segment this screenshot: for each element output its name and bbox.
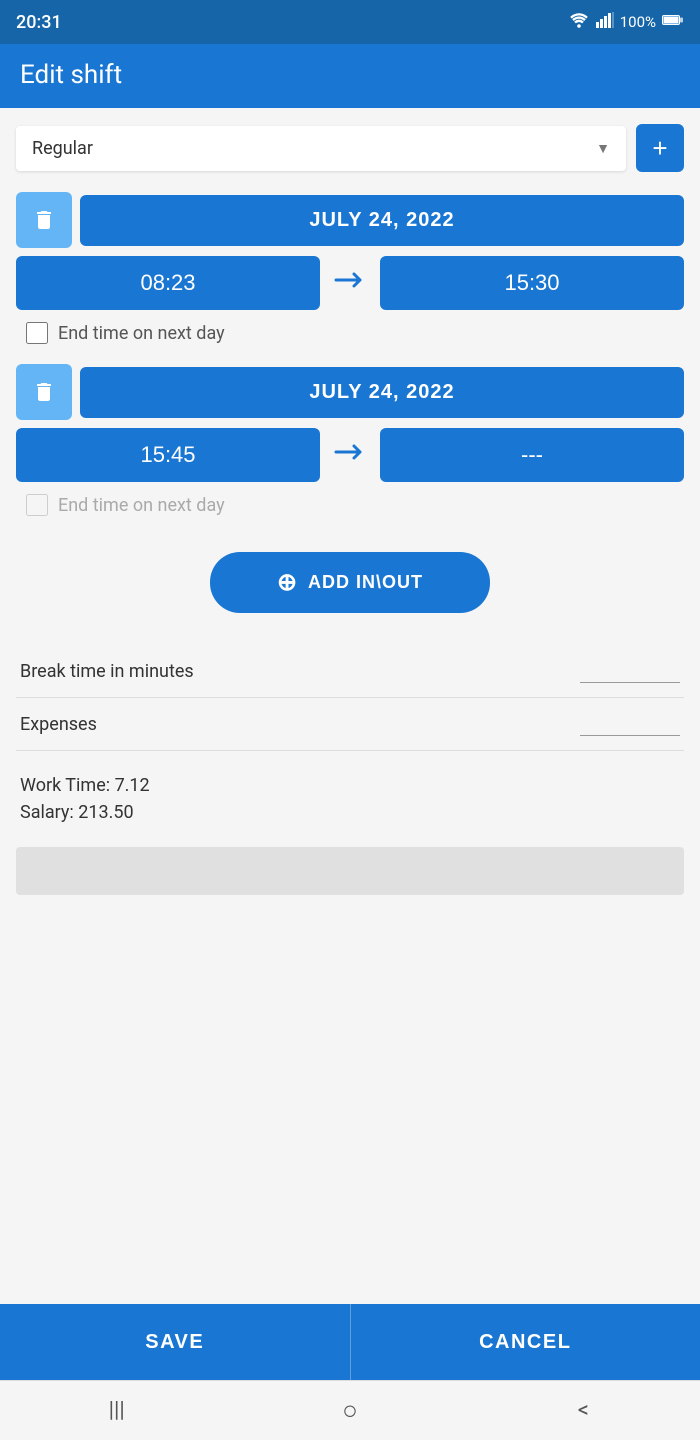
time-arrow-icon-2	[328, 440, 372, 471]
add-inout-label: ADD IN\OUT	[308, 572, 423, 593]
nav-back-button[interactable]: <	[467, 1381, 700, 1440]
expenses-label: Expenses	[20, 714, 97, 735]
page-title: Edit shift	[20, 60, 680, 90]
bottom-buttons: SAVE CANCEL	[0, 1304, 700, 1380]
status-icons: 100%	[568, 12, 684, 32]
shift-block-1: JULY 24, 2022 08:23 15:30 End time on ne…	[16, 192, 684, 344]
partial-row	[16, 847, 684, 895]
status-bar: 20:31 100%	[0, 0, 700, 44]
shift2-date-button[interactable]: JULY 24, 2022	[80, 367, 684, 418]
nav-back-icon: <	[578, 1398, 589, 1423]
signal-icon	[596, 12, 614, 32]
battery-text: 100%	[620, 13, 656, 31]
shift1-end-next-day-row: End time on next day	[16, 322, 684, 344]
shift2-delete-button[interactable]	[16, 364, 72, 420]
shift-block-2: JULY 24, 2022 15:45 --- End time on next…	[16, 364, 684, 516]
nav-bar: ||| ○ <	[0, 1380, 700, 1440]
shift-type-value: Regular	[32, 138, 93, 159]
shift2-end-time-button[interactable]: ---	[380, 428, 684, 482]
shift1-end-next-day-checkbox[interactable]	[26, 322, 48, 344]
nav-menu-icon: |||	[109, 1398, 125, 1423]
shift1-end-next-day-label: End time on next day	[58, 323, 225, 344]
work-time-row: Work Time: 7.12	[20, 775, 680, 796]
nav-home-button[interactable]: ○	[233, 1381, 466, 1440]
salary-row: Salary: 213.50	[20, 802, 680, 823]
main-content: Regular ▼ + JULY 24, 2022 08:23 15:30	[0, 108, 700, 1304]
shift1-delete-button[interactable]	[16, 192, 72, 248]
shift1-start-time-button[interactable]: 08:23	[16, 256, 320, 310]
shift-type-row: Regular ▼ +	[16, 124, 684, 172]
shift2-end-next-day-checkbox[interactable]	[26, 494, 48, 516]
nav-menu-button[interactable]: |||	[0, 1381, 233, 1440]
shift2-end-next-day-label: End time on next day	[58, 495, 225, 516]
shift2-time-row: 15:45 ---	[16, 428, 684, 482]
cancel-button[interactable]: CANCEL	[350, 1304, 700, 1380]
break-time-label: Break time in minutes	[20, 661, 194, 682]
expenses-row: Expenses	[16, 698, 684, 751]
shift-type-select[interactable]: Regular ▼	[16, 126, 626, 171]
break-time-input[interactable]	[580, 659, 680, 683]
add-inout-button[interactable]: ⊕ ADD IN\OUT	[210, 552, 490, 613]
nav-home-icon: ○	[342, 1395, 358, 1426]
wifi-icon	[568, 12, 590, 32]
save-button[interactable]: SAVE	[0, 1304, 350, 1380]
shift2-date-row: JULY 24, 2022	[16, 364, 684, 420]
info-section: Work Time: 7.12 Salary: 213.50	[16, 767, 684, 837]
shift1-date-button[interactable]: JULY 24, 2022	[80, 195, 684, 246]
shift1-time-row: 08:23 15:30	[16, 256, 684, 310]
time-arrow-icon-1	[328, 268, 372, 299]
add-inout-container: ⊕ ADD IN\OUT	[16, 536, 684, 629]
shift1-date-row: JULY 24, 2022	[16, 192, 684, 248]
status-time: 20:31	[16, 12, 62, 33]
expenses-input[interactable]	[580, 712, 680, 736]
battery-icon	[662, 14, 684, 30]
dropdown-arrow-icon: ▼	[596, 140, 610, 157]
add-shift-type-button[interactable]: +	[636, 124, 684, 172]
shift1-end-time-button[interactable]: 15:30	[380, 256, 684, 310]
shift2-start-time-button[interactable]: 15:45	[16, 428, 320, 482]
add-inout-icon: ⊕	[277, 568, 298, 597]
header: Edit shift	[0, 44, 700, 108]
shift2-end-next-day-row: End time on next day	[16, 494, 684, 516]
break-time-row: Break time in minutes	[16, 645, 684, 698]
fields-section: Break time in minutes Expenses	[16, 645, 684, 751]
